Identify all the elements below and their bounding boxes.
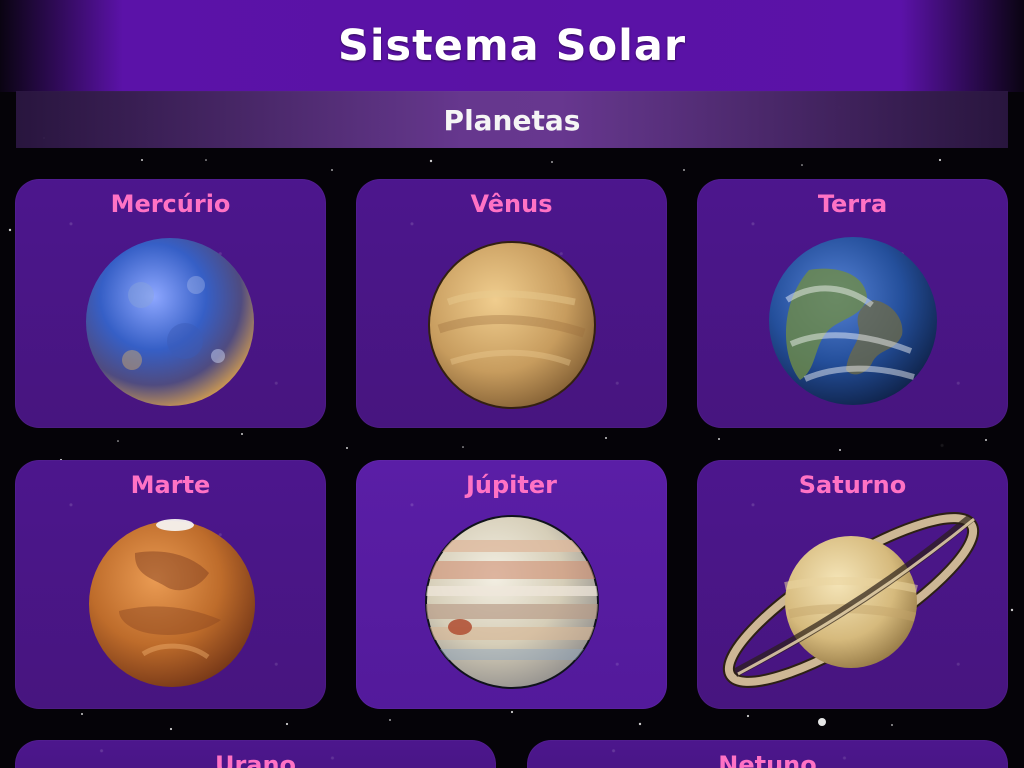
planet-name: Marte [130, 471, 211, 499]
planets-section-heading-bar: Planetas [16, 91, 1008, 148]
planet-card-neptune[interactable]: Netuno [527, 740, 1008, 768]
planet-card-uranus[interactable]: Urano [15, 740, 496, 768]
planet-name: Netuno [718, 751, 817, 768]
planet-card-earth[interactable]: Terra [697, 179, 1008, 428]
planet-name: Vênus [470, 190, 553, 218]
planet-name: Saturno [798, 471, 907, 499]
site-title: Sistema Solar [337, 21, 687, 71]
planet-card-venus[interactable]: Vênus [356, 179, 667, 428]
planet-card-jupiter[interactable]: Júpiter [356, 460, 667, 709]
planet-card-mercury[interactable]: Mercúrio [15, 179, 326, 428]
planet-name: Terra [817, 190, 888, 218]
planets-heading: Planetas [443, 104, 581, 137]
planet-name: Urano [214, 751, 297, 768]
solar-system-page: Sistema Solar Planetas Mercúrio Vênus Te… [0, 0, 1024, 768]
planet-card-mars[interactable]: Marte [15, 460, 326, 709]
planet-name: Júpiter [465, 471, 557, 499]
planet-name: Mercúrio [110, 190, 231, 218]
site-header: Sistema Solar [0, 0, 1024, 92]
planet-card-saturn[interactable]: Saturno [697, 460, 1008, 709]
